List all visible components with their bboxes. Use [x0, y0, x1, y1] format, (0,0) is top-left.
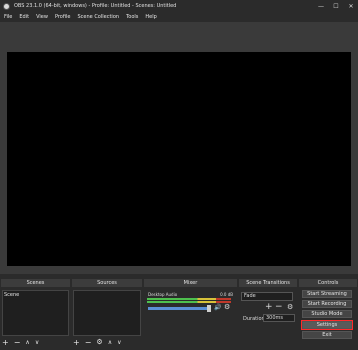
exit-button[interactable]: Exit [302, 331, 352, 339]
mixer-channel-name: Desktop Audio [148, 292, 178, 297]
move-scene-up-button[interactable]: ∧ [25, 339, 29, 346]
settings-button[interactable]: Settings [301, 320, 353, 330]
mixer-gear-icon[interactable]: ⚙ [224, 303, 230, 311]
preview-area [0, 22, 358, 274]
menu-scene-collection[interactable]: Scene Collection [77, 14, 119, 20]
source-properties-gear-icon[interactable]: ⚙ [96, 338, 102, 346]
mixer-dock-title: Mixer [144, 279, 237, 287]
transition-select[interactable]: Fade [241, 292, 293, 301]
menu-profile[interactable]: Profile [55, 14, 71, 20]
scenes-dock-title: Scenes [1, 279, 70, 287]
scene-list-item[interactable]: Scene [4, 292, 19, 298]
add-source-button[interactable]: + [73, 338, 80, 347]
add-scene-button[interactable]: + [2, 338, 9, 347]
controls-dock-title: Controls [299, 279, 357, 287]
sources-dock: Sources + − ⚙ ∧ ∨ [72, 279, 142, 349]
menu-view[interactable]: View [36, 14, 48, 20]
scene-transitions-dock: Scene Transitions Fade + − ⚙ Duration 30… [239, 279, 297, 349]
close-button[interactable]: ✕ [344, 0, 358, 12]
move-scene-down-button[interactable]: ∨ [35, 339, 39, 346]
title-bar: OBS 23.1.0 (64-bit, windows) - Profile: … [0, 0, 358, 12]
maximize-button[interactable]: ☐ [329, 0, 343, 12]
scenes-list[interactable]: Scene [2, 290, 69, 336]
transition-gear-icon[interactable]: ⚙ [287, 303, 293, 311]
dock-area: Scenes Scene + − ∧ ∨ Sources + − ⚙ ∧ ∨ M… [0, 276, 358, 350]
move-source-down-button[interactable]: ∨ [117, 339, 121, 346]
sources-dock-title: Sources [72, 279, 142, 287]
volume-slider[interactable] [148, 307, 210, 310]
audio-meter-left [147, 298, 231, 300]
sources-toolbar: + − ⚙ ∧ ∨ [73, 337, 122, 347]
menu-tools[interactable]: Tools [126, 14, 138, 20]
scenes-toolbar: + − ∧ ∨ [2, 337, 39, 347]
remove-transition-button[interactable]: − [275, 302, 283, 312]
mixer-body: Desktop Audio 0.0 dB 🔊 ⚙ [145, 290, 236, 347]
scenes-dock: Scenes Scene + − ∧ ∨ [1, 279, 70, 349]
speaker-icon[interactable]: 🔊 [214, 304, 221, 311]
menu-help[interactable]: Help [145, 14, 156, 20]
minimize-button[interactable]: — [314, 0, 328, 12]
transitions-dock-title: Scene Transitions [239, 279, 297, 287]
duration-label: Duration [243, 316, 265, 322]
duration-input[interactable]: 300ms [263, 314, 295, 322]
menu-bar: File Edit View Profile Scene Collection … [0, 12, 358, 22]
mixer-channel-level: 0.0 dB [220, 292, 233, 297]
menu-edit[interactable]: Edit [19, 14, 29, 20]
obs-logo-icon [3, 2, 10, 10]
volume-slider-handle[interactable] [207, 305, 211, 312]
window-title: OBS 23.1.0 (64-bit, windows) - Profile: … [14, 3, 177, 9]
sources-list[interactable] [73, 290, 141, 336]
mixer-dock: Mixer Desktop Audio 0.0 dB 🔊 ⚙ [144, 279, 237, 349]
start-streaming-button[interactable]: Start Streaming [302, 290, 352, 298]
remove-scene-button[interactable]: − [14, 338, 21, 347]
controls-dock: Controls Start Streaming Start Recording… [299, 279, 357, 349]
start-recording-button[interactable]: Start Recording [302, 300, 352, 308]
add-transition-button[interactable]: + [265, 302, 273, 312]
studio-mode-button[interactable]: Studio Mode [302, 310, 352, 318]
preview-canvas[interactable] [7, 52, 351, 266]
audio-meter-right [147, 301, 231, 303]
move-source-up-button[interactable]: ∧ [108, 339, 112, 346]
remove-source-button[interactable]: − [85, 338, 92, 347]
menu-file[interactable]: File [4, 14, 12, 20]
